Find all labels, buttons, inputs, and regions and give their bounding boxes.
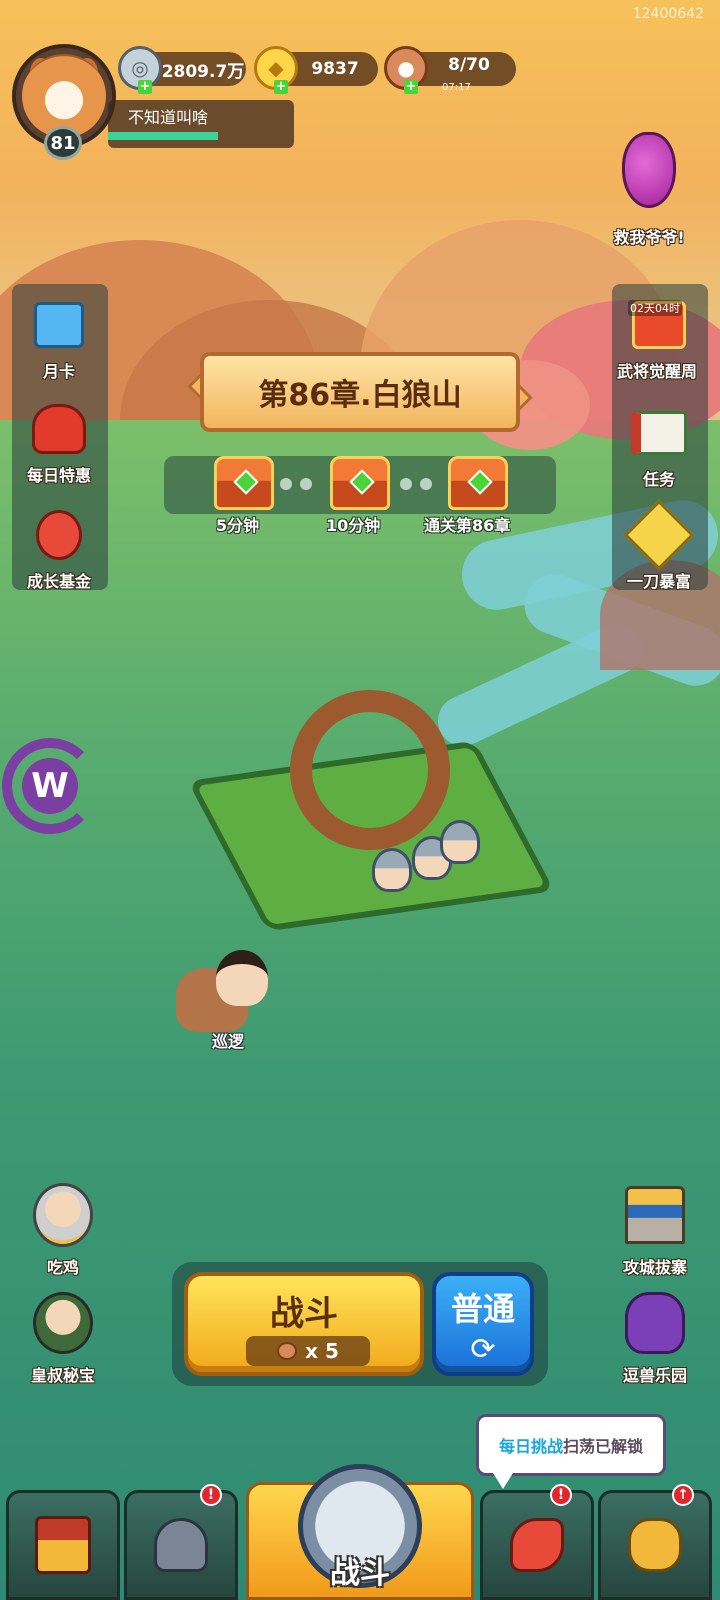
add-gold-icon[interactable]: +	[274, 80, 288, 94]
silver-resource[interactable]: ◎ + 2809.7万	[118, 46, 246, 94]
gourd-icon	[619, 120, 679, 220]
one-slash-rich-button[interactable]: 一刀暴富	[614, 499, 704, 592]
patrol-rider[interactable]	[176, 950, 272, 1040]
fight-cost: x 5	[246, 1336, 370, 1366]
monthly-card-button[interactable]: 月卡	[14, 296, 104, 382]
uncle-treasure-label: 皇叔秘宝	[30, 1366, 95, 1385]
meat-icon	[277, 1342, 298, 1360]
reward-chest-5min[interactable]	[214, 456, 274, 510]
chicken-event-label: 吃鸡	[46, 1258, 79, 1277]
uncle-treasure-icon	[33, 1288, 93, 1358]
stamina-resource[interactable]: ● + 8/70	[384, 46, 516, 94]
growth-fund-button[interactable]: 成长基金	[14, 506, 104, 592]
tasks-label: 任务	[642, 470, 675, 489]
fortune-god-icon	[29, 506, 89, 564]
reward-5min-label: 5分钟	[216, 516, 260, 535]
daily-challenge-tooltip: 每日挑战 扫荡已解锁	[476, 1414, 666, 1489]
enemy-soldier[interactable]	[440, 820, 480, 864]
reward-chapter-clear-label: 通关第86章	[424, 516, 511, 535]
beast-park-button[interactable]: 逗兽乐园	[610, 1288, 700, 1386]
progress-dot	[300, 478, 312, 490]
fight-cost-value: x 5	[305, 1339, 339, 1363]
player-level-badge: 81	[44, 126, 82, 160]
dragon-beast-icon	[625, 1288, 685, 1358]
normal-mode-label: 普通	[450, 1290, 515, 1328]
scroll-icon	[629, 404, 689, 462]
patrol-label: 巡逻	[212, 1032, 245, 1051]
event-countdown: 02天04时	[628, 300, 682, 316]
general-awaken-week-label: 武将觉醒周	[616, 362, 697, 381]
hero-icon	[216, 950, 268, 1006]
rescue-grandpa-label: 救我爷爷!	[613, 228, 685, 247]
fight-button[interactable]: 战斗 x 5	[184, 1272, 424, 1376]
tooltip-text: 扫荡已解锁	[563, 1437, 644, 1456]
progress-dot	[280, 478, 292, 490]
floating-w-logo-icon[interactable]: W	[2, 738, 98, 834]
siege-button[interactable]: 攻城拔寨	[610, 1180, 700, 1278]
chicken-granny-icon	[33, 1180, 93, 1250]
monthly-card-icon	[29, 296, 89, 354]
w-letter-icon: W	[22, 758, 78, 814]
tasks-button[interactable]: 任务	[614, 404, 704, 490]
exp-progress-bar	[108, 132, 218, 140]
generals-alert-badge: !	[200, 1484, 222, 1506]
uncle-treasure-button[interactable]: 皇叔秘宝	[18, 1288, 108, 1386]
add-silver-icon[interactable]: +	[138, 80, 152, 94]
monthly-card-label: 月卡	[42, 362, 75, 381]
watermill-icon	[290, 690, 450, 850]
enemy-soldier[interactable]	[372, 848, 412, 892]
player-name: 不知道叫啥	[128, 108, 209, 127]
reward-chest-chapter-clear[interactable]	[448, 456, 508, 510]
one-slash-rich-label: 一刀暴富	[626, 572, 691, 591]
sword-burst-icon	[623, 499, 695, 571]
daily-deal-label: 每日特惠	[26, 466, 91, 485]
chapter-title-banner: 第86章.白狼山	[200, 352, 520, 432]
gold-amount: 9837	[311, 59, 359, 79]
add-stamina-icon[interactable]: +	[404, 80, 418, 94]
gift-bag-icon	[29, 400, 89, 458]
growth-fund-label: 成长基金	[26, 572, 91, 591]
siege-label: 攻城拔寨	[622, 1258, 687, 1277]
refresh-icon: ⟳	[470, 1332, 496, 1367]
stamina-timer: 07:17	[442, 82, 471, 93]
castle-gate-icon	[625, 1180, 685, 1250]
progress-dot	[400, 478, 412, 490]
reward-chest-10min[interactable]	[330, 456, 390, 510]
chicken-event-button[interactable]: 吃鸡	[18, 1180, 108, 1278]
normal-mode-button[interactable]: 普通 ⟳	[432, 1272, 534, 1376]
nav-battle-label: 战斗	[330, 1556, 390, 1591]
rescue-grandpa-event[interactable]: 救我爷爷!	[604, 120, 694, 248]
stamina-amount: 8/70	[448, 55, 490, 75]
server-id: 12400642	[632, 6, 704, 22]
player-name-bar[interactable]: 不知道叫啥	[108, 100, 294, 148]
beast-park-label: 逗兽乐园	[622, 1366, 687, 1385]
daily-deal-button[interactable]: 每日特惠	[14, 400, 104, 486]
gold-resource[interactable]: ◆ + 9837	[254, 46, 378, 94]
tooltip-highlight: 每日挑战	[498, 1437, 563, 1456]
progress-dot	[420, 478, 432, 490]
silver-amount: 2809.7万	[161, 61, 245, 82]
upgrade-arrow-badge: ↑	[672, 1484, 694, 1506]
fight-button-label: 战斗	[270, 1294, 338, 1334]
heroes-alert-badge: !	[550, 1484, 572, 1506]
reward-10min-label: 10分钟	[326, 516, 381, 535]
